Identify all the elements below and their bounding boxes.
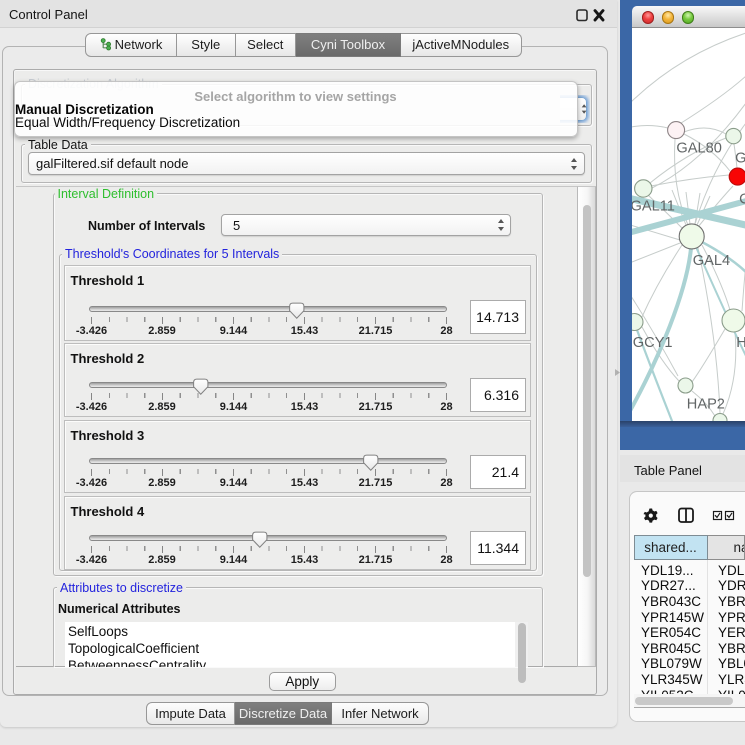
svg-text:GCY1: GCY1 <box>632 335 672 351</box>
svg-text:HAP2: HAP2 <box>686 396 724 412</box>
svg-text:G.: G. <box>735 150 745 166</box>
svg-text:GAL80: GAL80 <box>676 140 721 156</box>
svg-text:C: C <box>739 191 745 207</box>
svg-text:GAL11: GAL11 <box>632 198 675 214</box>
svg-text:GAL4: GAL4 <box>692 253 729 269</box>
svg-text:H: H <box>736 335 745 351</box>
